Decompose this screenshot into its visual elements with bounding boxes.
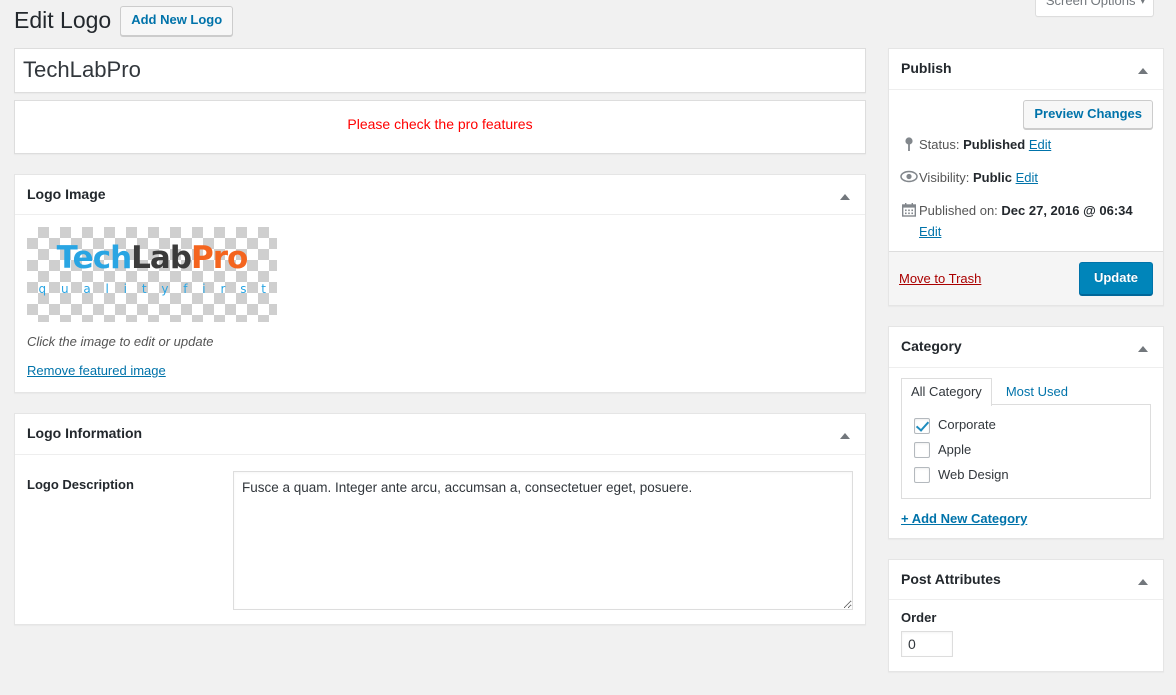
category-checklist-panel: Corporate Apple Web Design	[901, 404, 1151, 499]
category-label-apple: Apple	[938, 441, 972, 457]
category-panel-body: All Category Most Used Corporate Apple W…	[889, 368, 1163, 538]
toggle-logo-image-panel-button[interactable]	[827, 179, 863, 215]
featured-image-thumbnail[interactable]: TechLabPro q u a l i t y f i r s t	[27, 227, 277, 323]
sidebar-column: Publish Preview Changes Status: Publishe…	[888, 48, 1164, 692]
publish-visibility-row: Visibility: Public Edit	[899, 162, 1153, 195]
calendar-icon	[899, 201, 919, 217]
order-label: Order	[901, 610, 937, 626]
update-button[interactable]: Update	[1078, 261, 1153, 296]
chevron-up-icon	[1138, 578, 1148, 585]
logo-image-metabox: Logo Image TechLabPro q u a l i t y f i …	[14, 173, 866, 394]
checkbox-apple[interactable]	[914, 442, 930, 459]
category-label-web-design: Web Design	[938, 466, 1009, 482]
publish-date-row: Published on: Dec 27, 2016 @ 06:34 Edit	[899, 195, 1153, 249]
publish-panel-body: Preview Changes Status: Published Edit V…	[889, 90, 1163, 306]
category-list-item[interactable]: Web Design	[912, 463, 1140, 488]
toggle-post-attributes-panel-button[interactable]	[1125, 564, 1161, 600]
menu-order-input[interactable]	[901, 631, 953, 658]
toggle-logo-information-panel-button[interactable]	[827, 418, 863, 454]
status-label: Status:	[919, 137, 960, 153]
edit-visibility-link[interactable]: Edit	[1016, 170, 1038, 185]
remove-featured-image-link[interactable]: Remove featured image	[27, 363, 166, 378]
chevron-up-icon	[840, 193, 850, 200]
checkbox-web-design[interactable]	[914, 467, 930, 484]
tab-all-category[interactable]: All Category	[901, 377, 992, 407]
post-attributes-panel-title: Post Attributes	[889, 560, 1163, 601]
visibility-value: Public	[972, 170, 1012, 186]
pro-features-message: Please check the pro features	[347, 115, 533, 132]
logo-word-pro: Pro	[191, 240, 248, 277]
status-value: Published	[963, 137, 1026, 153]
logo-artwork: TechLabPro q u a l i t y f i r s t	[27, 243, 277, 297]
edit-published-date-link[interactable]: Edit	[919, 224, 941, 239]
edit-status-link[interactable]: Edit	[1029, 137, 1051, 152]
logo-information-metabox: Logo Information Logo Description	[14, 413, 866, 625]
preview-changes-button[interactable]: Preview Changes	[1023, 99, 1153, 130]
post-attributes-metabox: Post Attributes Order	[888, 558, 1164, 673]
category-panel-title: Category	[889, 327, 1163, 368]
logo-image-panel-title: Logo Image	[15, 175, 865, 216]
add-new-category-link[interactable]: + Add New Category	[901, 511, 1027, 526]
logo-tagline: q u a l i t y f i r s t	[38, 282, 272, 297]
category-list-item[interactable]: Apple	[912, 438, 1140, 463]
post-attributes-panel-body: Order	[889, 600, 1163, 671]
category-tabs: All Category Most Used	[901, 377, 1151, 407]
logo-information-panel-body: Logo Description	[15, 455, 865, 624]
screen-options-region: Screen Options ▾	[1034, 0, 1154, 17]
screen-options-label: Screen Options	[1045, 0, 1136, 8]
main-content-column: Please check the pro features Logo Image…	[14, 48, 866, 645]
logo-word-tech: Tech	[56, 240, 132, 277]
post-title-input[interactable]	[23, 52, 857, 89]
published-on-label: Published on:	[919, 202, 998, 218]
logo-information-panel-title: Logo Information	[15, 414, 865, 455]
category-metabox: Category All Category Most Used Corporat…	[888, 326, 1164, 539]
logo-word-lab: Lab	[131, 240, 192, 277]
publish-date-text: Published on: Dec 27, 2016 @ 06:34 Edit	[919, 201, 1143, 243]
visibility-label: Visibility:	[919, 170, 970, 186]
category-label-corporate: Corporate	[938, 417, 996, 433]
publish-metabox: Publish Preview Changes Status: Publishe…	[888, 48, 1164, 307]
chevron-up-icon	[1138, 346, 1148, 353]
publish-visibility-text: Visibility: Public Edit	[919, 168, 1038, 189]
toggle-publish-panel-button[interactable]	[1125, 53, 1161, 89]
preview-row: Preview Changes	[899, 99, 1153, 130]
eye-icon	[899, 168, 919, 183]
add-new-logo-button[interactable]: Add New Logo	[120, 6, 234, 36]
page-title: Edit Logo	[14, 7, 112, 34]
page-header: Edit Logo Add New Logo	[14, 6, 234, 36]
pin-icon	[899, 135, 919, 152]
logo-description-label: Logo Description	[27, 476, 134, 492]
logo-description-field-row: Logo Description	[27, 470, 853, 610]
logo-image-panel-body: TechLabPro q u a l i t y f i r s t Click…	[15, 215, 865, 392]
title-field-wrapper	[14, 48, 866, 93]
screen-options-button[interactable]: Screen Options ▾	[1034, 0, 1154, 17]
featured-image-hint: Click the image to edit or update	[27, 334, 214, 350]
logo-description-textarea[interactable]	[233, 470, 853, 610]
toggle-category-panel-button[interactable]	[1125, 331, 1161, 367]
published-on-value: Dec 27, 2016 @ 06:34	[1001, 202, 1133, 218]
publish-status-text: Status: Published Edit	[919, 135, 1051, 156]
pro-features-notice-box: Please check the pro features	[14, 99, 866, 154]
minor-publishing-actions: Preview Changes Status: Published Edit V…	[889, 90, 1163, 251]
category-list-item[interactable]: Corporate	[912, 413, 1140, 438]
chevron-down-icon: ▾	[1140, 0, 1145, 6]
chevron-up-icon	[1138, 68, 1148, 74]
publish-panel-title: Publish	[889, 49, 1163, 90]
move-to-trash-link[interactable]: Move to Trash	[899, 271, 981, 286]
logo-wordmark: TechLabPro	[27, 243, 277, 274]
tab-most-used[interactable]: Most Used	[996, 378, 1078, 406]
publish-status-row: Status: Published Edit	[899, 129, 1153, 162]
chevron-up-icon	[840, 433, 850, 440]
checkbox-corporate[interactable]	[914, 417, 930, 434]
major-publishing-actions: Move to Trash Update	[889, 250, 1163, 306]
